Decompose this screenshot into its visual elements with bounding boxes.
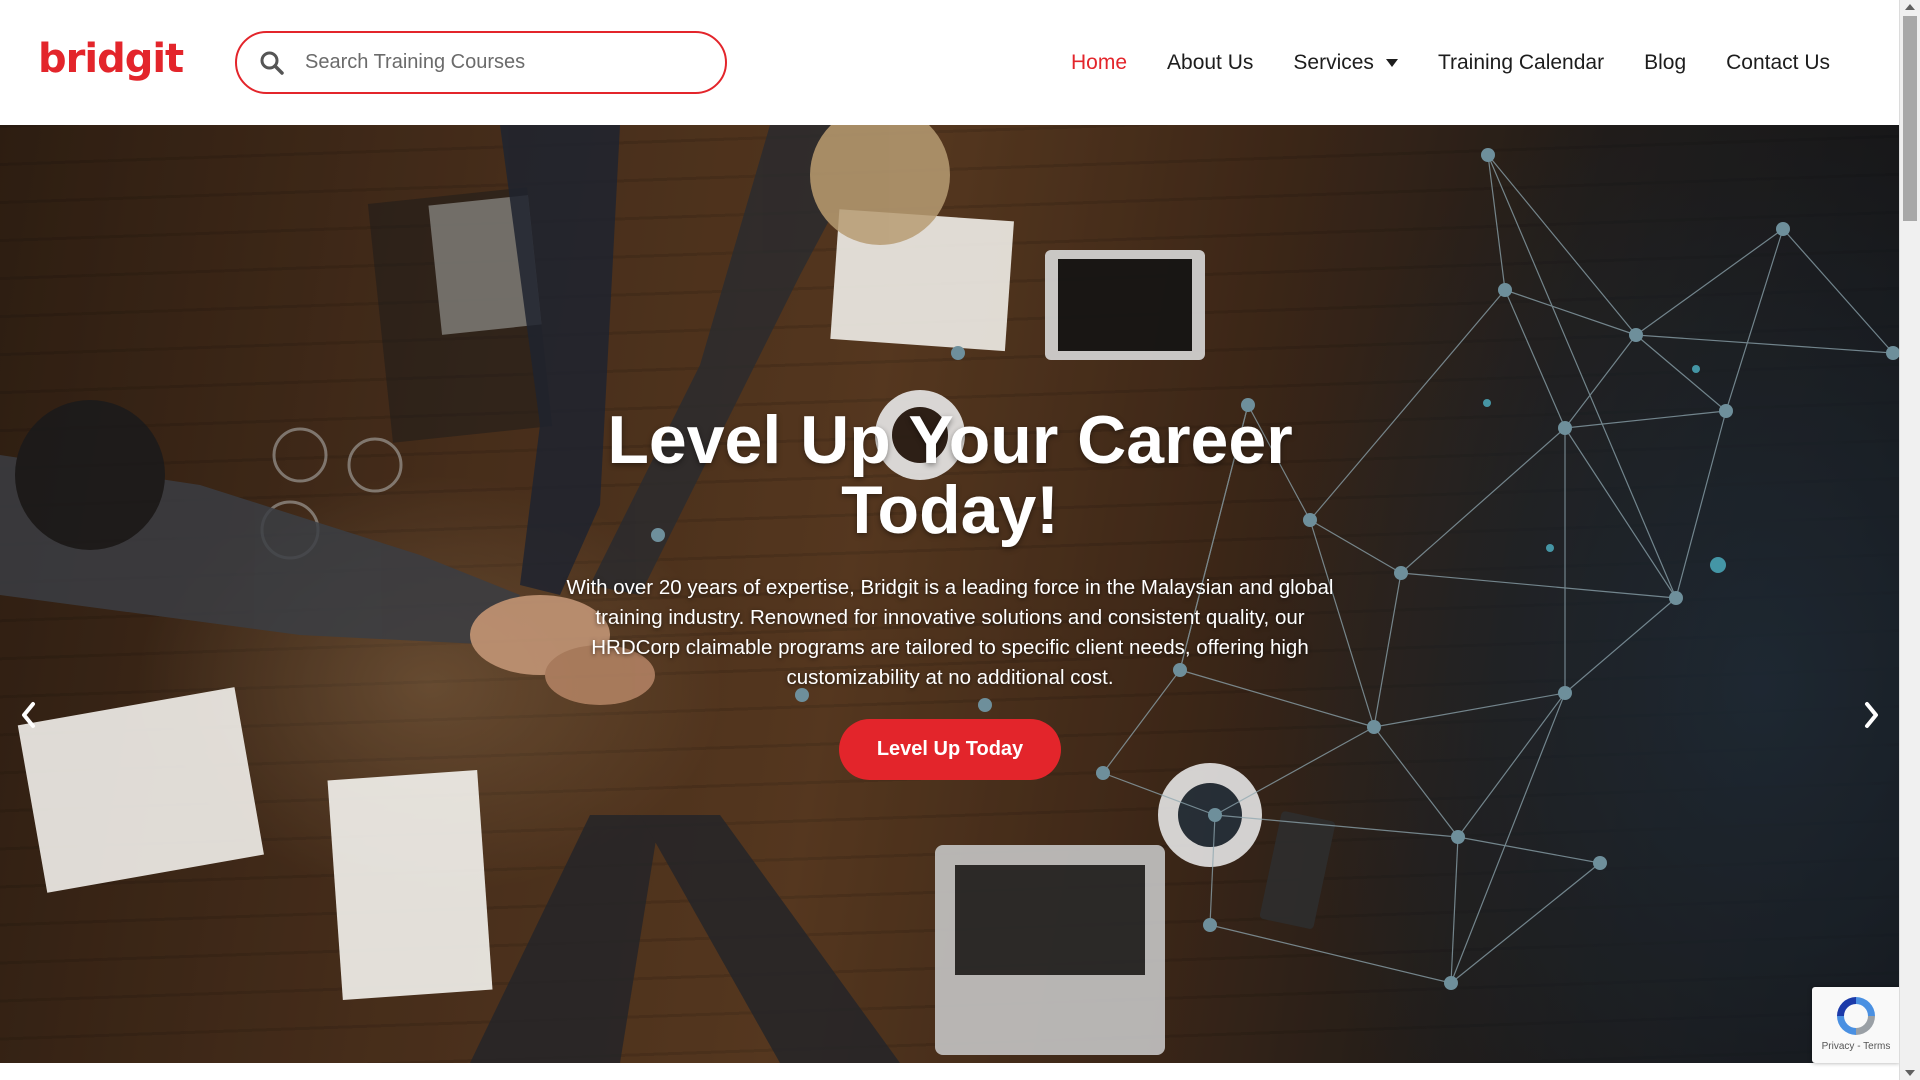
hero-title-line2: Today! [841,472,1059,548]
hero-content: Level Up Your Career Today! With over 20… [540,405,1360,780]
bridgit-logo[interactable]: bridgit [38,36,184,82]
search-input[interactable] [305,51,705,74]
page: bridgit Home About Us Services Training … [0,0,1920,1080]
scroll-up-icon[interactable] [1905,4,1915,10]
hero-title-line1: Level Up Your Career [607,402,1293,478]
level-up-today-button[interactable]: Level Up Today [838,719,1062,780]
chevron-right-icon [1865,702,1878,728]
site-header: bridgit Home About Us Services Training … [0,0,1899,125]
search-icon[interactable] [257,48,287,78]
chevron-left-icon [22,702,35,728]
nav-contact-us[interactable]: Contact Us [1726,51,1830,75]
scrollbar-thumb[interactable] [1903,16,1917,221]
page-scrollbar[interactable] [1899,0,1920,1080]
caret-down-icon [1385,58,1398,67]
nav-services-label: Services [1293,50,1374,74]
nav-services[interactable]: Services [1293,51,1398,75]
search-bar[interactable] [235,31,727,94]
nav-home[interactable]: Home [1071,51,1127,75]
scroll-down-icon[interactable] [1905,1070,1915,1076]
slider-next-button[interactable] [1856,695,1886,735]
page-bottom-strip [0,1063,1899,1080]
slider-prev-button[interactable] [14,695,44,735]
hero-description: With over 20 years of expertise, Bridgit… [566,576,1334,689]
main-nav: Home About Us Services Training Calendar… [1031,0,1830,125]
recaptcha-icon [1837,997,1875,1035]
nav-training-calendar[interactable]: Training Calendar [1438,51,1604,75]
nav-blog[interactable]: Blog [1644,51,1686,75]
recaptcha-text[interactable]: Privacy - Terms [1822,1041,1891,1052]
nav-about-us[interactable]: About Us [1167,51,1253,75]
hero-title: Level Up Your Career Today! [540,405,1360,545]
hero-slider: Level Up Your Career Today! With over 20… [0,125,1899,1063]
recaptcha-badge[interactable]: Privacy - Terms [1812,987,1900,1063]
